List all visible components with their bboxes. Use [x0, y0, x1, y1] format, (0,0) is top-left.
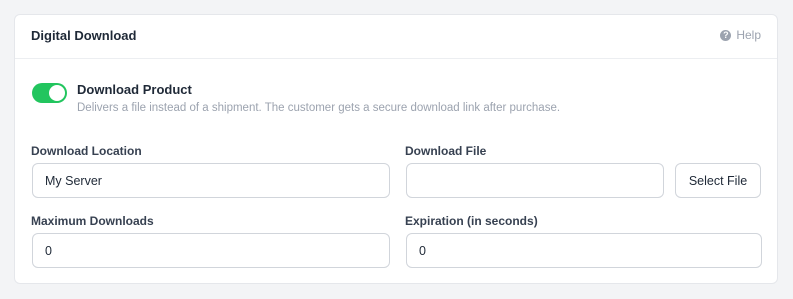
expiration-label: Expiration (in seconds)	[405, 214, 538, 228]
download-product-row: Download Product Delivers a file instead…	[32, 82, 560, 115]
download-file-input[interactable]	[406, 163, 664, 198]
download-product-toggle[interactable]	[32, 83, 67, 103]
card-title: Digital Download	[31, 28, 137, 43]
digital-download-card: Digital Download ? Help Download Product…	[14, 14, 778, 284]
select-file-button[interactable]: Select File	[675, 163, 761, 198]
card-header: Digital Download ? Help	[15, 15, 777, 59]
maximum-downloads-label: Maximum Downloads	[31, 214, 154, 228]
help-link[interactable]: ? Help	[720, 28, 761, 42]
help-label: Help	[736, 28, 761, 42]
download-product-label: Download Product	[77, 82, 192, 97]
toggle-knob	[49, 85, 65, 101]
download-file-label: Download File	[405, 144, 487, 158]
download-location-label: Download Location	[31, 144, 142, 158]
download-product-description: Delivers a file instead of a shipment. T…	[77, 102, 561, 114]
download-product-text: Download Product Delivers a file instead…	[77, 82, 560, 115]
expiration-input[interactable]	[406, 233, 762, 268]
maximum-downloads-input[interactable]	[32, 233, 390, 268]
download-location-input[interactable]	[32, 163, 390, 198]
question-circle-icon: ?	[720, 29, 732, 41]
